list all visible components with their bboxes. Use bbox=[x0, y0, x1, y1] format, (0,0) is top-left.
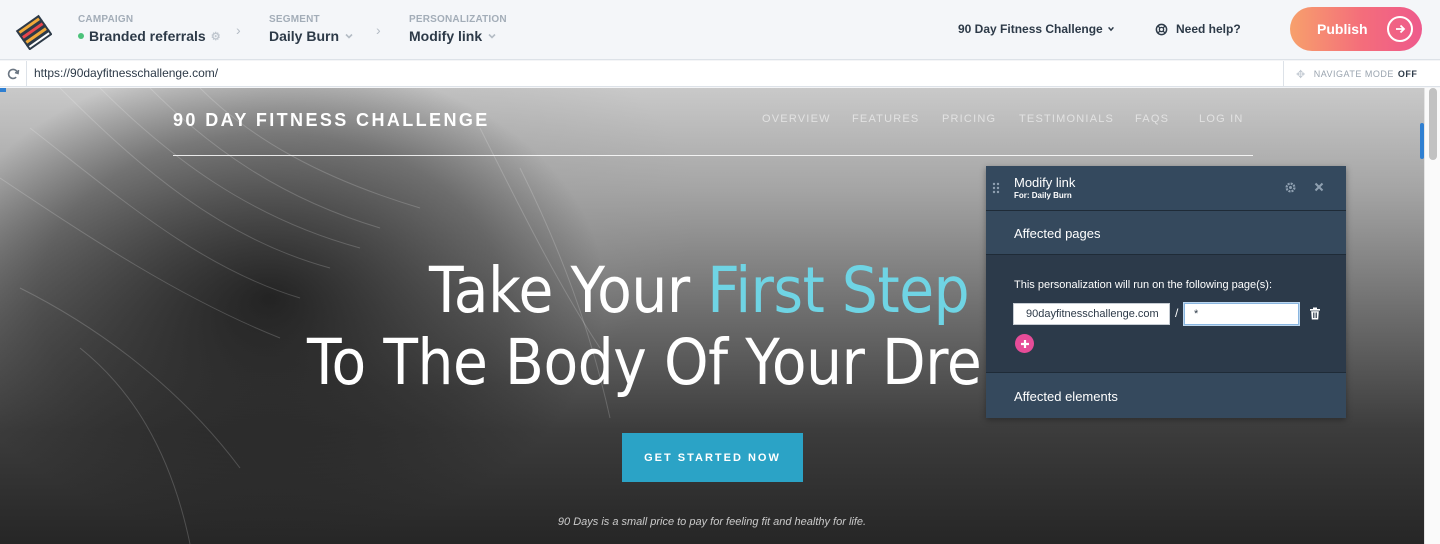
chevron-right-icon: › bbox=[376, 22, 381, 38]
stacked-books-logo-icon[interactable] bbox=[14, 12, 52, 50]
panel-title: Modify link bbox=[1014, 175, 1076, 190]
run-pages-text: This personalization will run on the fol… bbox=[1014, 279, 1273, 291]
gear-icon[interactable] bbox=[1284, 181, 1297, 194]
site-nav-features[interactable]: FEATURES bbox=[852, 113, 919, 125]
hero-heading-line-1: Take Your First Step bbox=[429, 254, 970, 327]
segment-label: SEGMENT bbox=[269, 14, 320, 25]
reload-icon[interactable] bbox=[6, 67, 20, 81]
breadcrumb-personalization[interactable]: PERSONALIZATION Modify link bbox=[409, 14, 507, 44]
scroll-position-marker bbox=[1420, 123, 1424, 159]
hero-heading-line-2: To The Body Of Your Dre bbox=[307, 326, 982, 399]
personalization-name: Modify link bbox=[409, 28, 483, 44]
site-nav-overview[interactable]: OVERVIEW bbox=[762, 113, 831, 125]
publish-button[interactable]: Publish bbox=[1290, 7, 1422, 51]
plus-icon bbox=[1020, 339, 1029, 348]
affected-pages-title: Affected pages bbox=[1014, 226, 1101, 241]
top-bar: CAMPAIGN Branded referrals ⚙ › SEGMENT D… bbox=[0, 0, 1440, 60]
gear-icon[interactable]: ⚙ bbox=[211, 30, 221, 43]
site-nav-login[interactable]: LOG IN bbox=[1199, 113, 1244, 125]
affected-pages-section[interactable]: Affected pages bbox=[986, 210, 1346, 254]
hero-heading-accent: First Step bbox=[707, 254, 970, 327]
scrollbar-thumb[interactable] bbox=[1429, 88, 1437, 160]
url-input[interactable] bbox=[34, 66, 834, 80]
path-separator: / bbox=[1175, 306, 1179, 320]
close-icon[interactable] bbox=[1313, 181, 1325, 193]
arrow-right-icon bbox=[1387, 16, 1413, 42]
navigate-mode-label: NAVIGATE MODE bbox=[1313, 69, 1394, 79]
affected-elements-section[interactable]: Affected elements bbox=[986, 372, 1346, 418]
site-nav-testimonials[interactable]: TESTIMONIALS bbox=[1019, 113, 1114, 125]
affected-elements-title: Affected elements bbox=[1014, 389, 1118, 404]
navigate-mode-value: OFF bbox=[1397, 69, 1418, 79]
trash-icon[interactable] bbox=[1309, 307, 1321, 320]
chevron-right-icon: › bbox=[236, 22, 241, 38]
help-label: Need help? bbox=[1176, 22, 1241, 36]
modify-link-panel: Modify link For: Daily Burn Affected pag… bbox=[986, 166, 1346, 418]
campaign-status-dot bbox=[78, 33, 84, 39]
url-bar: ✥ NAVIGATE MODE OFF bbox=[0, 61, 1440, 87]
lifebuoy-icon bbox=[1155, 23, 1168, 35]
chevron-down-icon bbox=[1107, 26, 1114, 32]
domain-field[interactable]: 90dayfitnesschallenge.com bbox=[1013, 303, 1170, 325]
page-scrollbar[interactable] bbox=[1424, 88, 1440, 544]
hero-heading-plain: Take Your bbox=[429, 254, 708, 327]
publish-label: Publish bbox=[1317, 21, 1368, 37]
chevron-down-icon bbox=[488, 33, 496, 39]
panel-subtitle: For: Daily Burn bbox=[1014, 191, 1072, 200]
get-started-button[interactable]: GET STARTED NOW bbox=[622, 433, 803, 482]
campaign-name: Branded referrals bbox=[89, 28, 206, 44]
panel-header[interactable]: Modify link For: Daily Burn bbox=[986, 166, 1346, 210]
breadcrumb-segment[interactable]: SEGMENT Daily Burn bbox=[269, 14, 354, 44]
add-page-button[interactable] bbox=[1015, 334, 1034, 353]
url-divider bbox=[26, 61, 27, 87]
site-header-rule bbox=[173, 155, 1253, 156]
drag-handle-icon[interactable] bbox=[992, 182, 1000, 194]
segment-name: Daily Burn bbox=[269, 28, 340, 44]
site-logo[interactable]: 90 DAY FITNESS CHALLENGE bbox=[173, 110, 490, 131]
crosshair-icon: ✥ bbox=[1296, 68, 1306, 81]
path-field[interactable]: * bbox=[1184, 303, 1299, 325]
navigate-mode-toggle[interactable]: ✥ NAVIGATE MODE OFF bbox=[1283, 61, 1417, 87]
personalization-label: PERSONALIZATION bbox=[409, 14, 507, 25]
site-selector-dropdown[interactable]: 90 Day Fitness Challenge bbox=[958, 22, 1115, 36]
hero-tagline: 90 Days is a small price to pay for feel… bbox=[557, 516, 867, 528]
breadcrumb-campaign[interactable]: CAMPAIGN Branded referrals ⚙ bbox=[78, 14, 221, 44]
site-nav-pricing[interactable]: PRICING bbox=[942, 113, 996, 125]
selection-marker bbox=[0, 88, 6, 92]
site-selector-label: 90 Day Fitness Challenge bbox=[958, 22, 1103, 36]
site-nav-faqs[interactable]: FAQS bbox=[1135, 113, 1169, 125]
help-link[interactable]: Need help? bbox=[1155, 22, 1241, 36]
chevron-down-icon bbox=[345, 33, 353, 39]
campaign-label: CAMPAIGN bbox=[78, 14, 134, 25]
